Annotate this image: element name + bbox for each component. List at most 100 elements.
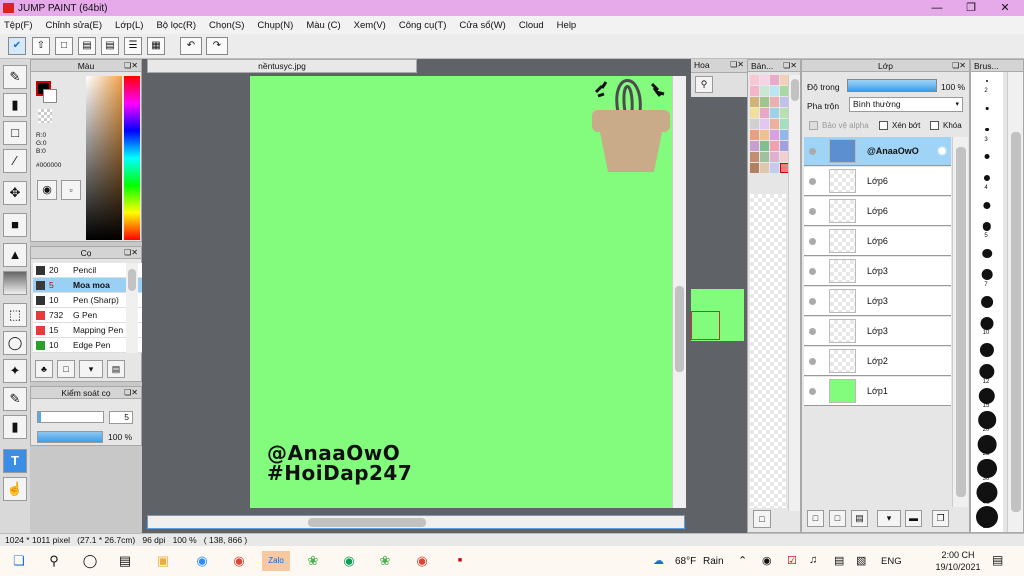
- layer-item-selected[interactable]: @AnaaOwO ✹: [804, 137, 951, 166]
- brush-size-dot[interactable]: [982, 248, 992, 259]
- brush-size-input[interactable]: 5: [109, 411, 133, 424]
- menu-color[interactable]: Màu (C): [306, 20, 340, 31]
- drawing-canvas[interactable]: @AnaaOwO #HoiDap247: [250, 76, 672, 508]
- select-rect-icon[interactable]: □: [3, 121, 27, 145]
- clock-time[interactable]: 2:00 CH: [936, 550, 980, 560]
- brush-size-dot[interactable]: [980, 316, 994, 330]
- transparent-color[interactable]: [38, 109, 52, 123]
- line-icon[interactable]: ∕: [3, 149, 27, 173]
- viewport-rect[interactable]: [691, 311, 720, 340]
- select-eraser-icon[interactable]: ▮: [3, 415, 27, 439]
- brush-size-dot[interactable]: [981, 296, 993, 308]
- layer-item[interactable]: Lớp6: [804, 197, 951, 226]
- zoom-icon[interactable]: ⚲: [695, 76, 713, 93]
- magic-wand-icon[interactable]: ✦: [3, 359, 27, 383]
- cortana-icon[interactable]: ◯: [79, 551, 101, 571]
- document-icon[interactable]: ▤: [101, 37, 119, 55]
- restore-button[interactable]: ❐: [954, 0, 988, 16]
- panel-options-icon[interactable]: ❏✕: [124, 387, 138, 399]
- zoom-app-icon[interactable]: ◉: [191, 551, 213, 571]
- visibility-icon[interactable]: [809, 268, 816, 275]
- layer-item[interactable]: Lớp6: [804, 167, 951, 196]
- volume-icon[interactable]: ♫: [809, 554, 817, 566]
- brush-list-scrollbar[interactable]: [126, 263, 138, 353]
- brush-size-dot[interactable]: [982, 222, 992, 231]
- hand-icon[interactable]: ☝: [3, 477, 27, 501]
- brush-size-dot[interactable]: [985, 127, 989, 132]
- add-brush-icon[interactable]: ♣: [35, 360, 53, 378]
- document-tab[interactable]: nềntusyc.jpg: [147, 59, 417, 73]
- pencil-icon[interactable]: ✎: [3, 65, 27, 89]
- menu-file[interactable]: Tệp(F): [4, 20, 33, 31]
- panel-options-icon[interactable]: ❏✕: [124, 60, 138, 72]
- layer-item[interactable]: Lớp1: [804, 377, 951, 406]
- layer-opacity-slider[interactable]: [847, 79, 937, 92]
- brush-size-slider[interactable]: [37, 411, 104, 423]
- search-icon[interactable]: ⚲: [43, 551, 65, 571]
- comment-icon[interactable]: □: [55, 37, 73, 55]
- lock-checkbox[interactable]: [930, 121, 939, 130]
- background-color[interactable]: [43, 89, 57, 103]
- new-brush-icon[interactable]: □: [57, 360, 75, 378]
- network-icon[interactable]: ▤: [834, 554, 844, 567]
- color-history-icon[interactable]: ◉: [37, 180, 57, 200]
- visibility-icon[interactable]: [809, 208, 816, 215]
- panel-options-icon[interactable]: ❏✕: [730, 59, 744, 71]
- message-icon[interactable]: ▤: [78, 37, 96, 55]
- brush-size-dot[interactable]: [978, 387, 996, 405]
- layer-menu-icon[interactable]: ▾: [877, 510, 901, 527]
- visibility-icon[interactable]: [809, 298, 816, 305]
- marquee-icon[interactable]: ⬚: [3, 303, 27, 327]
- canvas-horizontal-scrollbar[interactable]: [147, 515, 685, 529]
- menu-edit[interactable]: Chỉnh sửa(E): [46, 20, 103, 31]
- menu-tools[interactable]: Công cụ(T): [399, 20, 447, 31]
- bucket-icon[interactable]: ▲: [3, 243, 27, 267]
- zalo-icon[interactable]: Zalo: [262, 551, 290, 571]
- select-pen-icon[interactable]: ✎: [3, 387, 27, 411]
- brush-size-dot[interactable]: [986, 80, 988, 83]
- brush-settings-icon[interactable]: ▤: [107, 360, 125, 378]
- layer-settings-icon[interactable]: ▤: [851, 510, 868, 527]
- chrome-icon[interactable]: ◉: [228, 551, 250, 571]
- share-icon[interactable]: ⇧: [32, 37, 50, 55]
- panel-options-icon[interactable]: ❏✕: [124, 247, 138, 259]
- lasso-icon[interactable]: ◯: [3, 331, 27, 355]
- menu-window[interactable]: Cửa sổ(W): [459, 20, 505, 31]
- hue-slider[interactable]: [124, 76, 140, 240]
- layer-item[interactable]: Lớp3: [804, 317, 951, 346]
- menu-select[interactable]: Chọn(S): [209, 20, 244, 31]
- layer-item[interactable]: Lớp2: [804, 347, 951, 376]
- delete-layer-icon[interactable]: ❐: [932, 510, 949, 527]
- layer-scrollbar[interactable]: [952, 137, 968, 507]
- palette-scrollbar[interactable]: [788, 75, 800, 511]
- close-button[interactable]: ✕: [988, 0, 1022, 16]
- file-explorer-icon[interactable]: ▣: [152, 551, 174, 571]
- brush-menu-icon[interactable]: ▾: [79, 360, 103, 378]
- panel-options-icon[interactable]: ❏✕: [783, 60, 797, 72]
- snap-icon[interactable]: ✔: [8, 37, 26, 55]
- brush-opacity-slider[interactable]: [37, 431, 103, 443]
- color-slider-icon[interactable]: ▫: [61, 180, 81, 200]
- weather-temp[interactable]: 68°F: [675, 556, 696, 567]
- menu-view[interactable]: Xem(V): [354, 20, 386, 31]
- menu-filter[interactable]: Bộ lọc(R): [156, 20, 196, 31]
- blend-mode-select[interactable]: Bình thường ▾: [849, 97, 963, 112]
- minimize-button[interactable]: —: [920, 0, 954, 16]
- protect-alpha-checkbox[interactable]: [809, 121, 818, 130]
- brush-size-dot[interactable]: [983, 201, 991, 209]
- palette-page-icon[interactable]: □: [753, 510, 771, 528]
- app-leaf-icon[interactable]: ❀: [302, 551, 324, 571]
- rectangle-icon[interactable]: ■: [3, 213, 27, 237]
- language-indicator[interactable]: ENG: [881, 556, 902, 567]
- layer-item[interactable]: Lớp6: [804, 227, 951, 256]
- text-icon[interactable]: T: [3, 449, 27, 473]
- menu-layer[interactable]: Lớp(L): [115, 20, 143, 31]
- menu-cloud[interactable]: Cloud: [519, 20, 544, 31]
- brush-size-dot[interactable]: [979, 343, 995, 358]
- palette-swatches[interactable]: [750, 75, 789, 195]
- clock-date[interactable]: 19/10/2021: [932, 562, 984, 572]
- redo-icon[interactable]: ↷: [206, 37, 228, 55]
- menu-help[interactable]: Help: [557, 20, 577, 31]
- navigator-preview[interactable]: [691, 289, 744, 341]
- visibility-icon[interactable]: [809, 178, 816, 185]
